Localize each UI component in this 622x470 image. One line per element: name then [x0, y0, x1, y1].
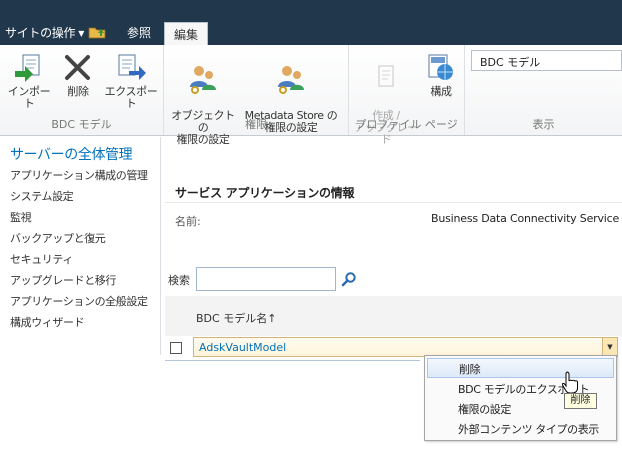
import-button[interactable]: インポート — [4, 51, 54, 110]
row-divider — [165, 360, 420, 361]
nav-item-security[interactable]: セキュリティ — [10, 251, 73, 267]
export-icon — [118, 54, 146, 80]
row-menu-dropdown-icon[interactable]: ▼ — [602, 337, 618, 357]
users-key-icon — [278, 66, 304, 94]
bdc-model-link[interactable]: AdskVaultModel — [199, 341, 286, 354]
nav-item-upgrade-migration[interactable]: アップグレードと移行 — [10, 272, 116, 288]
tab-browse[interactable]: 参照 — [127, 24, 151, 41]
users-key-icon — [190, 66, 216, 94]
ribbon-group-bdc-model: インポート 削除 エクスポート BDC モデル — [0, 45, 164, 135]
menu-item-view-external-content-types[interactable]: 外部コンテンツ タイプの表示 — [427, 418, 614, 438]
page-section-title: サービス アプリケーションの情報 — [175, 186, 355, 200]
ribbon-group-label: BDC モデル — [51, 118, 112, 131]
name-label: 名前: — [175, 215, 201, 228]
nav-item-application-management[interactable]: アプリケーション構成の管理 — [10, 167, 148, 183]
ribbon-group-label: 権限 — [245, 118, 267, 131]
menu-item-delete[interactable]: 削除 — [427, 358, 614, 378]
ribbon-group-label: 表示 — [532, 118, 555, 131]
search-icon[interactable] — [341, 271, 357, 287]
hand-cursor-icon — [562, 371, 578, 393]
chevron-down-icon: ▼ — [78, 29, 85, 38]
tooltip: 削除 — [564, 393, 597, 409]
service-name-value: Business Data Connectivity Service — [431, 212, 620, 225]
navigate-up-icon[interactable] — [88, 23, 106, 39]
left-navigation: サーバーの全体管理 アプリケーション構成の管理 システム設定 監視 バックアップ… — [0, 137, 161, 355]
table-row[interactable]: AdskVaultModel ▼ — [193, 337, 618, 357]
delete-x-icon — [65, 55, 90, 80]
ribbon-group-permissions: オブジェクトの 権限の設定 Metadata Store の 権限の設定 権限 — [164, 45, 349, 146]
export-button[interactable]: エクスポート — [101, 51, 161, 110]
view-select[interactable]: BDC モデル — [471, 50, 622, 71]
delete-label: 削除 — [67, 85, 89, 98]
search-input[interactable] — [196, 267, 336, 291]
configure-button[interactable]: 構成 — [423, 51, 459, 98]
profile-page-icon — [378, 65, 394, 87]
ribbon-group-profile-pages: 作成 / アップグレード 構成 プロファイル ページ — [349, 45, 465, 146]
site-actions-label: サイトの操作 — [5, 26, 76, 40]
search-label: 検索 — [168, 274, 190, 287]
import-icon — [15, 54, 40, 82]
site-actions-menu[interactable]: サイトの操作 ▼ — [5, 24, 84, 41]
top-bar: サイトの操作 ▼ 参照 編集 — [0, 0, 622, 46]
divider — [165, 202, 622, 203]
row-checkbox[interactable] — [170, 342, 182, 354]
nav-item-backup-restore[interactable]: バックアップと復元 — [10, 230, 106, 246]
import-label: インポート — [7, 85, 51, 110]
nav-item-system-settings[interactable]: システム設定 — [10, 188, 74, 204]
tab-edit[interactable]: 編集 — [164, 22, 208, 46]
column-header-bdc-model-name[interactable]: BDC モデル名↑ — [196, 310, 276, 326]
nav-item-monitoring[interactable]: 監視 — [10, 209, 32, 225]
nav-heading-central-admin[interactable]: サーバーの全体管理 — [10, 144, 133, 164]
configure-globe-icon — [428, 54, 453, 80]
ribbon-group-label: プロファイル ページ — [355, 118, 458, 131]
export-label: エクスポート — [104, 85, 158, 110]
delete-button[interactable]: 削除 — [62, 51, 94, 98]
nav-item-config-wizards[interactable]: 構成ウィザード — [10, 314, 85, 330]
configure-label: 構成 — [430, 85, 452, 98]
nav-item-general-settings[interactable]: アプリケーションの全般設定 — [10, 293, 148, 309]
